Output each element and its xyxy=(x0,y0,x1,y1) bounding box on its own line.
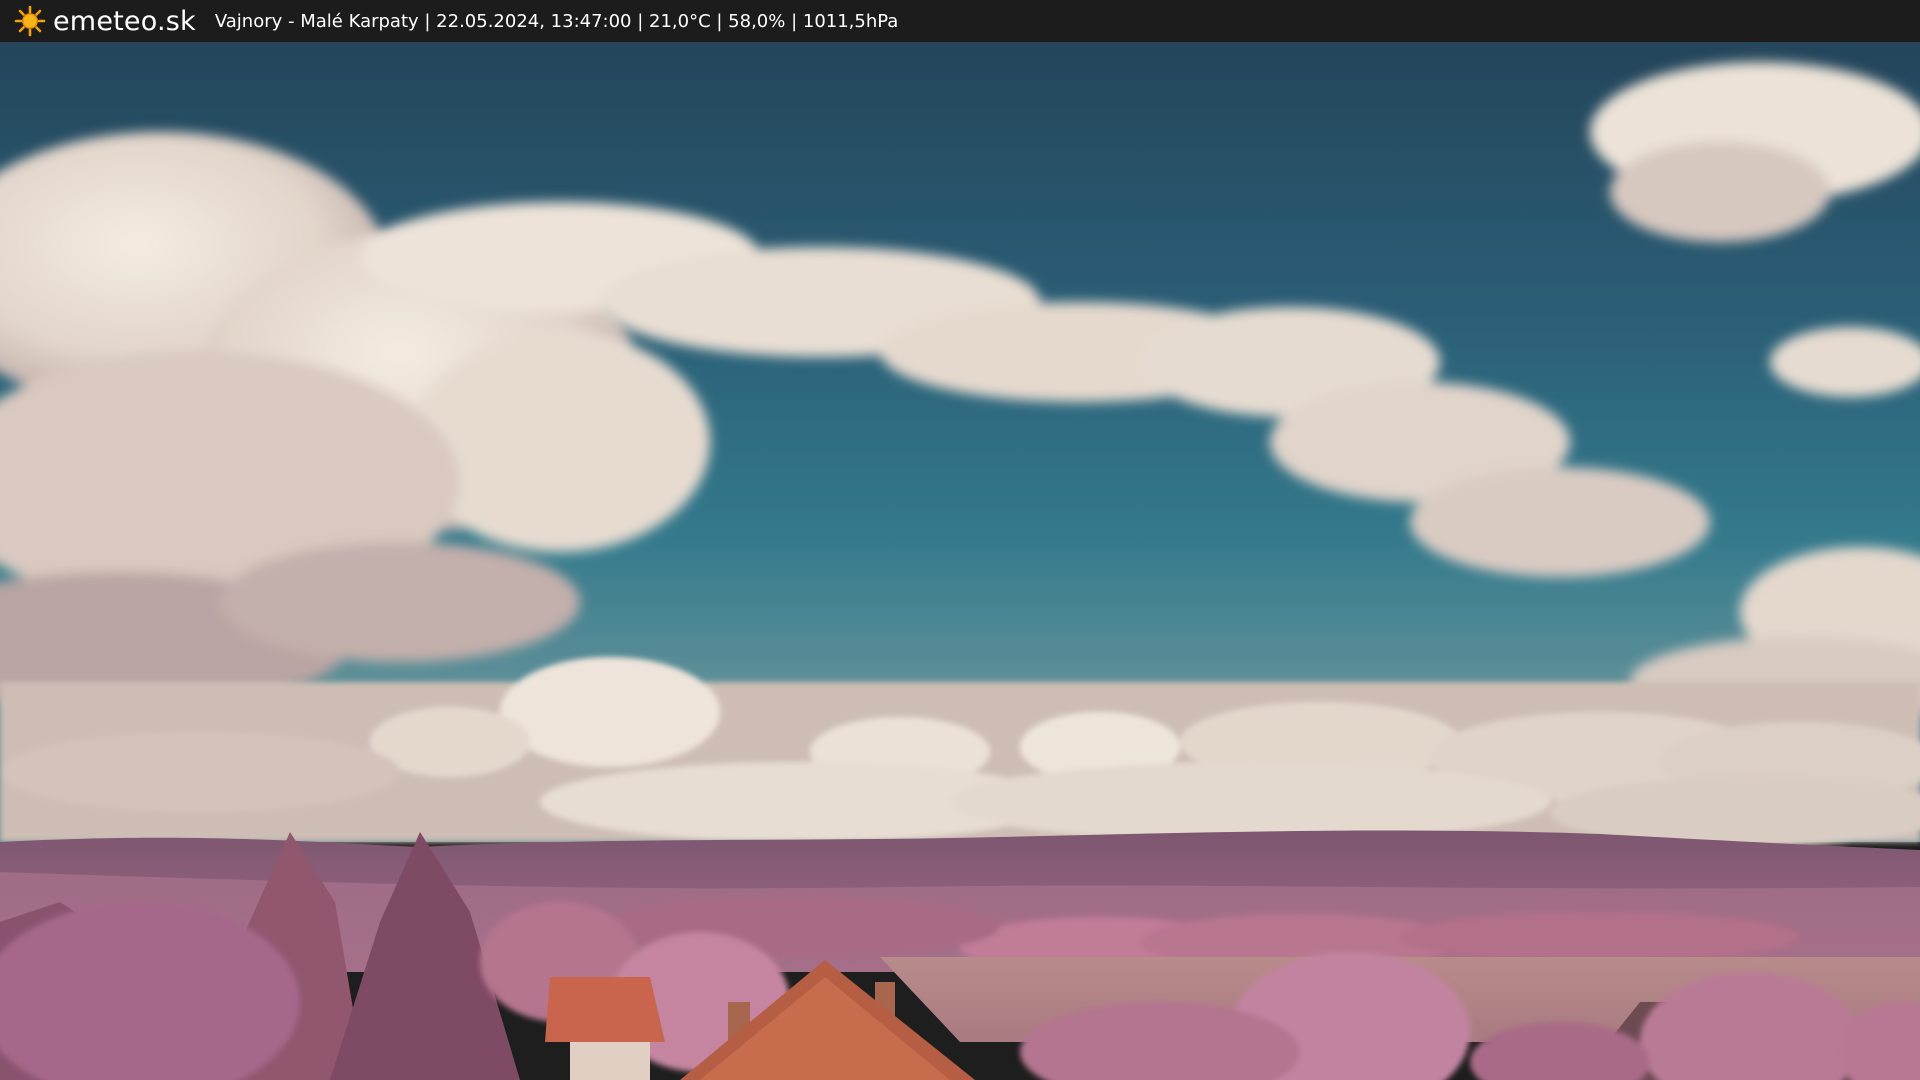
webcam-frame: emeteo.sk Vajnory - Malé Karpaty | 22.05… xyxy=(0,0,1920,1080)
header-bar: emeteo.sk Vajnory - Malé Karpaty | 22.05… xyxy=(0,0,1920,42)
house-left xyxy=(545,977,665,1080)
emeteo-logo[interactable]: emeteo.sk xyxy=(14,5,196,37)
webcam-image xyxy=(0,42,1920,1080)
cloud-horizon xyxy=(0,657,1920,847)
station-caption: Vajnory - Malé Karpaty | 22.05.2024, 13:… xyxy=(214,10,899,32)
brand-name[interactable]: emeteo.sk xyxy=(53,6,196,37)
sun-icon xyxy=(14,5,46,37)
